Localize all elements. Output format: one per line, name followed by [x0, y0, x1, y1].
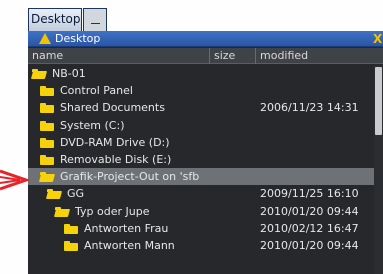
- file-browser-window: Desktop Desktop X name size modified NB-…: [0, 0, 383, 274]
- file-name: DVD-RAM Drive (D:): [60, 135, 170, 149]
- file-row[interactable]: Antworten Frau 2010/02/12 16:47: [28, 220, 383, 237]
- file-name-cell: GG: [28, 185, 210, 202]
- file-size: [210, 168, 256, 185]
- pointer-arrow-icon: [0, 169, 30, 191]
- file-row[interactable]: System (C:): [28, 117, 383, 134]
- file-row[interactable]: Grafik-Project-Out on 'sfb: [28, 168, 383, 186]
- column-header-size[interactable]: size: [210, 48, 256, 64]
- file-list: NB-01 Control Panel Shared Documents 2006/1…: [28, 65, 383, 254]
- file-size: [210, 151, 256, 168]
- file-row[interactable]: Control Panel: [28, 82, 383, 99]
- file-list-pane: Desktop X name size modified NB-01 Contro…: [28, 31, 383, 274]
- file-name: Grafik-Project-Out on 'sfb: [60, 170, 200, 184]
- column-header-modified[interactable]: modified: [256, 48, 383, 64]
- folder-open-icon: [53, 206, 71, 217]
- file-size: [210, 117, 256, 134]
- tab-desktop-label: Desktop: [31, 12, 81, 26]
- file-name-cell: Grafik-Project-Out on 'sfb: [28, 168, 210, 185]
- minimize-icon: [90, 23, 100, 24]
- vertical-scrollbar[interactable]: [374, 65, 383, 274]
- folder-open-icon: [45, 189, 63, 200]
- folder-icon: [40, 120, 54, 131]
- column-header: name size modified: [28, 48, 383, 64]
- file-size: [210, 65, 256, 82]
- file-size: [210, 237, 256, 254]
- file-size: [210, 185, 256, 202]
- file-name-cell: System (C:): [28, 117, 210, 134]
- folder-icon: [40, 137, 54, 148]
- folder-open-icon: [30, 69, 48, 79]
- file-row[interactable]: NB-01: [28, 65, 383, 82]
- file-name: Antworten Frau: [84, 221, 169, 235]
- file-name: Typ oder Jupe: [75, 204, 150, 218]
- close-icon[interactable]: X: [373, 31, 382, 47]
- file-row[interactable]: Shared Documents 2006/11/23 14:31: [28, 99, 383, 116]
- file-size: [210, 203, 256, 220]
- folder-open-icon: [38, 172, 56, 183]
- window-titlebar: Desktop X: [28, 31, 383, 47]
- file-row[interactable]: Antworten Mann 2010/01/20 09:44: [28, 237, 383, 254]
- tab-desktop[interactable]: Desktop: [28, 8, 82, 31]
- file-name: GG: [67, 187, 85, 201]
- window-title: Desktop: [55, 32, 101, 45]
- folder-icon: [64, 223, 78, 234]
- folder-icon: [40, 103, 54, 114]
- file-row[interactable]: Typ oder Jupe 2010/01/20 09:44: [28, 203, 383, 220]
- file-modified: 2006/11/23 14:31: [260, 101, 359, 115]
- folder-icon: [64, 240, 78, 251]
- file-modified: 2010/01/20 09:44: [260, 204, 359, 218]
- file-name-cell: DVD-RAM Drive (D:): [28, 134, 210, 151]
- warning-icon: [39, 33, 51, 44]
- file-name-cell: Antworten Mann: [28, 237, 210, 254]
- file-size: [210, 134, 256, 151]
- file-modified: 2010/02/12 16:47: [260, 221, 359, 235]
- file-name-cell: Antworten Frau: [28, 220, 210, 237]
- tab-minimized[interactable]: [83, 8, 107, 31]
- scrollbar-thumb[interactable]: [375, 67, 382, 135]
- file-name: Control Panel: [60, 84, 133, 98]
- file-name-cell: Shared Documents: [28, 99, 210, 116]
- file-size: [210, 220, 256, 237]
- file-name-cell: Typ oder Jupe: [28, 203, 210, 220]
- tab-bar: Desktop: [0, 0, 383, 31]
- folder-icon: [40, 86, 54, 97]
- file-name: Removable Disk (E:): [60, 152, 172, 166]
- file-name-cell: NB-01: [28, 65, 210, 82]
- file-name: System (C:): [60, 118, 125, 132]
- file-row[interactable]: Removable Disk (E:): [28, 151, 383, 168]
- file-modified: 2010/01/20 09:44: [260, 238, 359, 252]
- file-name: NB-01: [52, 67, 86, 80]
- file-name: Antworten Mann: [84, 238, 175, 252]
- folder-icon: [40, 154, 54, 165]
- column-header-name[interactable]: name: [28, 48, 210, 64]
- file-size: [210, 99, 256, 116]
- file-name-cell: Control Panel: [28, 82, 210, 99]
- file-name: Shared Documents: [60, 101, 165, 115]
- file-name-cell: Removable Disk (E:): [28, 151, 210, 168]
- file-row[interactable]: DVD-RAM Drive (D:): [28, 134, 383, 151]
- file-modified: 2009/11/25 16:10: [260, 187, 359, 201]
- file-row[interactable]: GG 2009/11/25 16:10: [28, 185, 383, 202]
- file-size: [210, 82, 256, 99]
